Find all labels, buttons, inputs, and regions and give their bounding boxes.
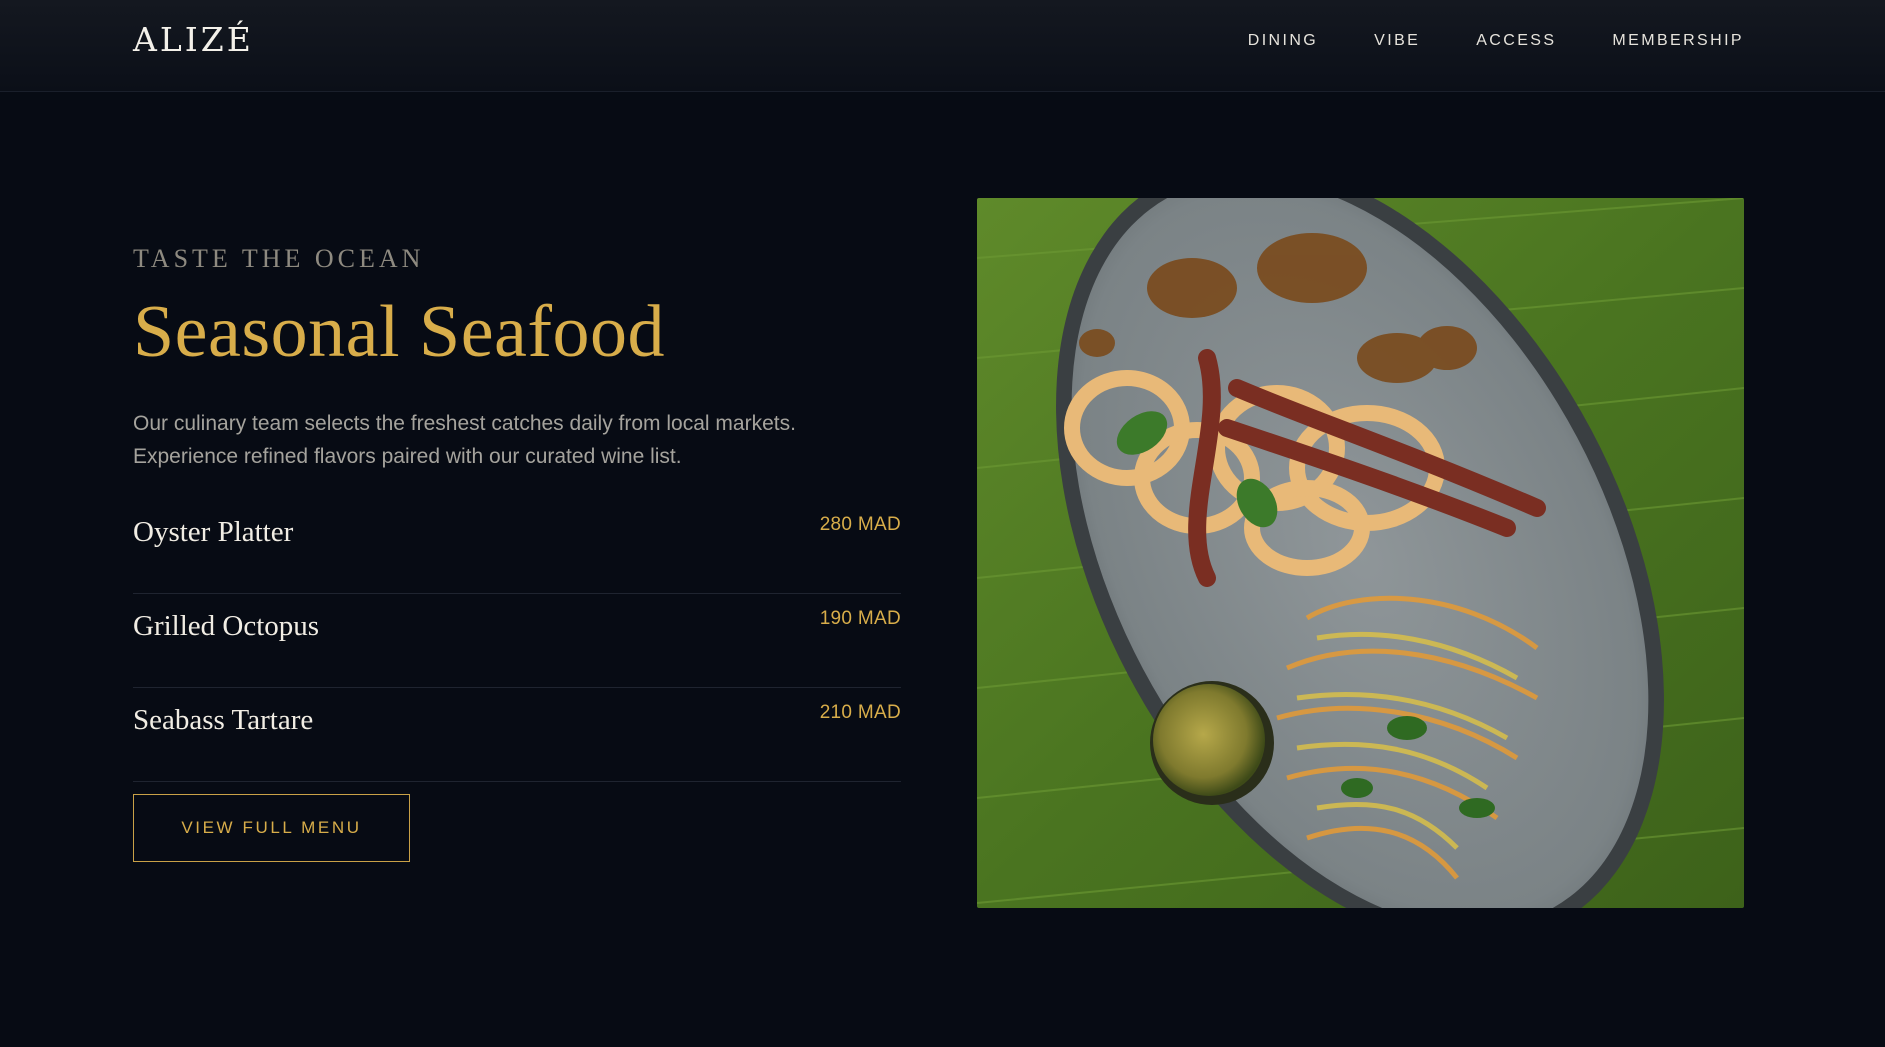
section-eyebrow: TASTE THE OCEAN xyxy=(133,244,425,273)
menu-item-name: Seabass Tartare xyxy=(133,704,314,736)
seafood-plate-image xyxy=(977,198,1744,908)
nav-item-dining[interactable]: DINING xyxy=(1248,32,1318,50)
menu-item-price: 190 MAD xyxy=(819,608,901,629)
brand-logo[interactable]: ALIZÉ xyxy=(133,20,254,59)
menu-item-price: 210 MAD xyxy=(819,702,901,723)
menu-item-name: Oyster Platter xyxy=(133,516,294,548)
nav-item-access[interactable]: ACCESS xyxy=(1476,32,1556,50)
menu-list: Oyster Platter 280 MAD Grilled Octopus 1… xyxy=(133,500,901,782)
nav-item-vibe[interactable]: VIBE xyxy=(1374,32,1420,50)
description-line-1: Our culinary team selects the freshest c… xyxy=(133,412,796,435)
top-navigation-bar: ALIZÉ DINING VIBE ACCESS MEMBERSHIP xyxy=(0,0,1885,92)
menu-item: Seabass Tartare 210 MAD xyxy=(133,688,901,782)
menu-item-name: Grilled Octopus xyxy=(133,610,320,642)
description-line-2: Experience refined flavors paired with o… xyxy=(133,445,682,468)
menu-item-price: 280 MAD xyxy=(819,514,901,535)
menu-item: Grilled Octopus 190 MAD xyxy=(133,594,901,688)
menu-item: Oyster Platter 280 MAD xyxy=(133,500,901,594)
view-full-menu-button[interactable]: VIEW FULL MENU xyxy=(133,794,410,862)
section-description: Our culinary team selects the freshest c… xyxy=(133,407,913,473)
main-nav: DINING VIBE ACCESS MEMBERSHIP xyxy=(1248,32,1744,50)
seafood-plate-illustration xyxy=(977,198,1744,908)
nav-item-membership[interactable]: MEMBERSHIP xyxy=(1612,32,1744,50)
section-title: Seasonal Seafood xyxy=(133,291,666,373)
